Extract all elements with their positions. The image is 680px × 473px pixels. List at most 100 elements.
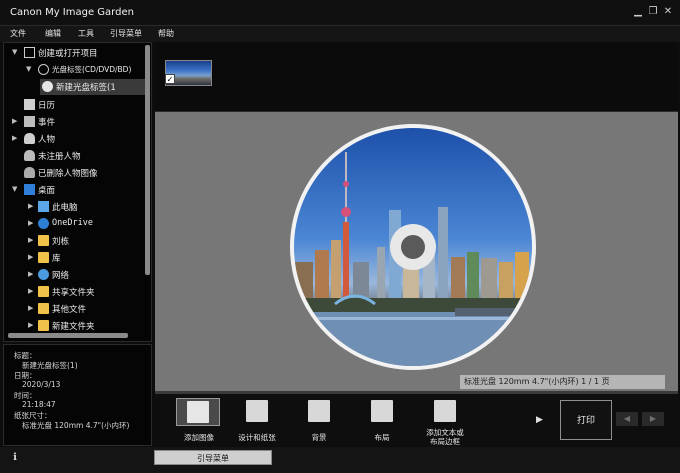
thumbnail-checkbox[interactable]: ✓ (165, 74, 175, 84)
folder-icon (38, 286, 49, 297)
expand-arrow-icon[interactable]: ▶ (28, 236, 33, 244)
tree-item-label: 创建或打开项目 (38, 49, 98, 59)
tree-item-label: 库 (52, 254, 61, 264)
tool-label: 添加文本或 布局边框 (426, 428, 464, 446)
network-icon (38, 269, 49, 280)
info-paper-value: 标准光盘 120mm 4.7"(小内环) (22, 421, 130, 430)
info-icon[interactable]: ℹ (10, 452, 20, 464)
tree-item-user[interactable]: ▶ 刘栋 (4, 233, 144, 249)
page-status-bar: 标准光盘 120mm 4.7"(小内环) 1 / 1 页 (460, 375, 665, 389)
expand-arrow-icon[interactable]: ▶ (28, 304, 33, 312)
edit-workarea (155, 112, 678, 392)
expand-arrow-icon[interactable]: ▶ (12, 117, 17, 125)
status-bar (0, 447, 680, 473)
expand-arrow-icon[interactable]: ▶ (12, 134, 17, 142)
menu-help[interactable]: 帮助 (158, 28, 174, 39)
folder-icon (38, 303, 49, 314)
thumbnail-strip (155, 42, 678, 112)
expand-arrow-icon[interactable]: ▼ (12, 48, 17, 56)
expand-arrow-icon[interactable]: ▶ (28, 287, 33, 295)
tree-item-events[interactable]: ▶ 事件 (4, 114, 144, 130)
tree-item-desktop[interactable]: ▼ 桌面 (4, 182, 144, 198)
info-date-value: 2020/3/13 (22, 380, 61, 389)
add-text-frame-button[interactable]: 添加文本或 布局边框 (420, 398, 470, 446)
minimize-icon[interactable]: ▁ (632, 6, 644, 18)
calendar-icon (24, 99, 35, 110)
tree-item-network[interactable]: ▶ 网络 (4, 267, 144, 283)
previous-page-icon[interactable]: ◀ (616, 412, 638, 426)
tree-item-disc-label[interactable]: ▼ 光盘标签(CD/DVD/BD) (4, 62, 144, 78)
expand-arrow-icon[interactable]: ▼ (12, 185, 17, 193)
cloud-icon (38, 218, 49, 229)
tree-item-new-folder[interactable]: ▶ 新建文件夹 (4, 318, 144, 334)
tree-item-label: 已删除人物图像 (38, 169, 98, 179)
tree-item-label: 新建光盘标签(1 (56, 83, 116, 93)
disc-preview[interactable] (155, 112, 678, 392)
expand-arrow-icon[interactable]: ▼ (26, 65, 31, 73)
tree-item-label: 事件 (38, 118, 56, 128)
expand-arrow-icon[interactable]: ▶ (28, 321, 33, 329)
library-icon (38, 252, 49, 263)
tree-item-label: 此电脑 (52, 203, 78, 213)
tree-item-shared-folder[interactable]: ▶ 共享文件夹 (4, 284, 144, 300)
tree-item-unregistered-people[interactable]: 未注册人物 (4, 148, 144, 164)
unregistered-person-icon (24, 150, 35, 161)
tree-item-new-disc-label[interactable]: 新建光盘标签(1 (40, 79, 145, 95)
design-paper-button[interactable]: 设计和纸张 (232, 398, 282, 444)
desktop-icon (24, 184, 35, 195)
expand-arrow-icon[interactable]: ▶ (28, 219, 33, 227)
deleted-person-icon (24, 167, 35, 178)
tree-item-label: 共享文件夹 (52, 288, 95, 298)
menu-tools[interactable]: 工具 (78, 28, 94, 39)
tree-item-label: 网络 (52, 271, 70, 281)
user-folder-icon (38, 235, 49, 246)
restore-icon[interactable]: ❐ (647, 6, 659, 18)
collapse-arrow-icon[interactable]: ▶ (536, 415, 543, 425)
disc-label-icon (42, 81, 53, 92)
expand-arrow-icon[interactable]: ▶ (28, 202, 33, 210)
guide-menu-button[interactable]: 引导菜单 (154, 450, 272, 465)
tree-item-label: 光盘标签(CD/DVD/BD) (52, 65, 132, 74)
window-title: Canon My Image Garden (10, 7, 134, 18)
tool-label: 背景 (311, 433, 327, 442)
next-page-icon[interactable]: ▶ (642, 412, 664, 426)
tree-item-library[interactable]: ▶ 库 (4, 250, 144, 266)
menu-file[interactable]: 文件 (10, 28, 26, 39)
computer-icon (38, 201, 49, 212)
tree-item-label: 未注册人物 (38, 152, 81, 162)
tool-label: 设计和纸张 (238, 433, 276, 442)
folder-icon (38, 320, 49, 331)
tree-item-this-pc[interactable]: ▶ 此电脑 (4, 199, 144, 215)
tree-item-label: 人物 (38, 135, 56, 145)
tree-item-calendar[interactable]: 日历 (4, 97, 144, 113)
tree-item-deleted-people[interactable]: 已删除人物图像 (4, 165, 144, 181)
layout-button[interactable]: 布局 (357, 398, 407, 444)
navigation-tree: ▼ 创建或打开项目 ▼ 光盘标签(CD/DVD/BD) 新建光盘标签(1 日历 … (3, 42, 152, 342)
menu-guide[interactable]: 引导菜单 (110, 28, 142, 39)
info-time-value: 21:18:47 (22, 400, 56, 409)
expand-arrow-icon[interactable]: ▶ (28, 253, 33, 261)
tree-item-people[interactable]: ▶ 人物 (4, 131, 144, 147)
add-text-icon (434, 400, 456, 422)
add-image-button[interactable]: 添加图像 (176, 398, 226, 444)
tree-horizontal-scrollbar[interactable] (8, 333, 128, 338)
tree-item-label: 日历 (38, 101, 56, 111)
expand-arrow-icon[interactable]: ▶ (28, 270, 33, 278)
tree-item-other-files[interactable]: ▶ 其他文件 (4, 301, 144, 317)
item-info-panel: 标题： 新建光盘标签(1) 日期： 2020/3/13 时间： 21:18:47… (3, 344, 152, 446)
menu-edit[interactable]: 编辑 (45, 28, 61, 39)
project-icon (24, 47, 35, 58)
layout-icon (371, 400, 393, 422)
tree-item-onedrive[interactable]: ▶ OneDrive (4, 216, 144, 232)
close-icon[interactable]: ✕ (662, 6, 674, 18)
tree-item-label: 其他文件 (52, 305, 87, 315)
menu-bar: 文件 编辑 工具 引导菜单 帮助 (0, 26, 680, 42)
tree-item-label: 桌面 (38, 186, 56, 196)
print-button[interactable]: 打印 (560, 400, 612, 440)
background-button[interactable]: 背景 (294, 398, 344, 444)
tree-item-create-project[interactable]: ▼ 创建或打开项目 (4, 45, 144, 61)
events-icon (24, 116, 35, 127)
design-paper-icon (246, 400, 268, 422)
tool-label: 布局 (374, 433, 390, 442)
tree-vertical-scrollbar[interactable] (145, 45, 150, 275)
